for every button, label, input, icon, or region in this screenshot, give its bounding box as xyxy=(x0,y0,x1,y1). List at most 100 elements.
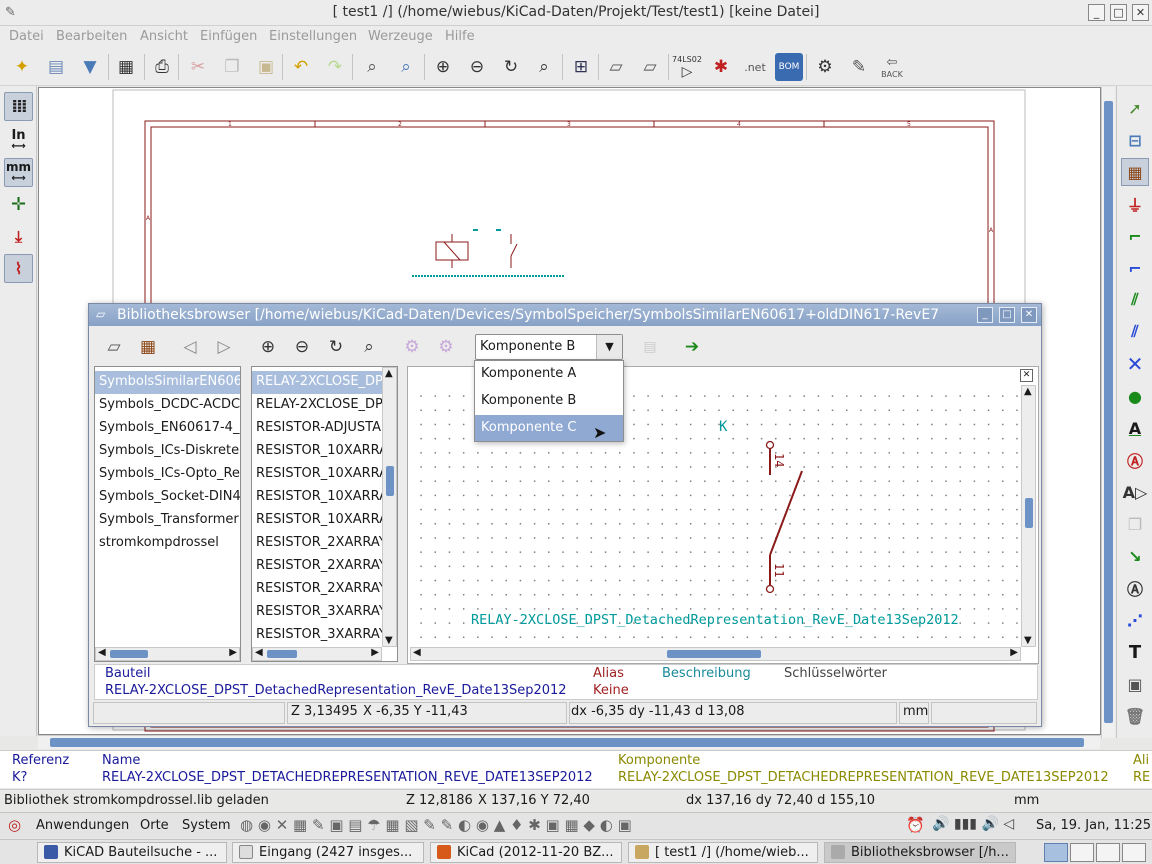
add-component-icon[interactable]: ▦ xyxy=(1121,158,1149,186)
preview-hscroll[interactable]: ◀ ▶ xyxy=(410,647,1021,661)
workspace-switcher-4[interactable] xyxy=(1122,843,1146,862)
hierarchy-navigate-icon[interactable]: ⊟ xyxy=(1121,126,1149,154)
pdf-datasheet-icon[interactable]: ▤ xyxy=(637,334,663,360)
list-item[interactable]: Symbols_Transformer xyxy=(95,509,240,532)
close-button[interactable]: ✕ xyxy=(1132,4,1149,21)
minimize-button[interactable]: _ xyxy=(1088,4,1105,21)
bus-to-bus-entry-icon[interactable]: ⫽ xyxy=(1121,318,1149,346)
menu-orte[interactable]: Orte xyxy=(140,818,169,833)
units-mm-button[interactable]: mm ⟷ xyxy=(4,158,33,187)
task-kicad-bauteilsuche[interactable]: KiCAD Bauteilsuche - ... xyxy=(37,842,227,863)
add-global-label-icon[interactable]: Ⓐ xyxy=(1121,446,1149,474)
task-bibliotheksbrowser[interactable]: Bibliotheksbrowser [/h... xyxy=(824,842,1016,863)
menu-werkzeuge[interactable]: Werzeuge xyxy=(368,29,433,44)
dropdown-option-b[interactable]: Komponente B xyxy=(475,388,623,414)
browser-zoom-in-icon[interactable]: ⊕ xyxy=(255,334,281,360)
dropdown-option-a[interactable]: Komponente A xyxy=(475,361,623,387)
components-hscroll[interactable]: ◀ ▶ xyxy=(252,647,382,661)
list-item[interactable]: RESISTOR_3XARRAY xyxy=(252,601,397,624)
add-wire-icon[interactable]: ⌐ xyxy=(1121,222,1149,250)
list-item[interactable]: Symbols_ICs-Opto_Re xyxy=(95,463,240,486)
libraries-list[interactable]: SymbolsSimilarEN606 Symbols_DCDC-ACDC Sy… xyxy=(94,366,241,662)
maximize-button[interactable]: □ xyxy=(1110,4,1127,21)
component-unit-select[interactable]: Komponente B ▼ xyxy=(475,334,623,360)
menu-anwendungen[interactable]: Anwendungen xyxy=(36,818,129,833)
import-sheet-pin-icon[interactable]: ↘ xyxy=(1121,542,1149,570)
list-item[interactable]: Symbols_ICs-Diskrete xyxy=(95,440,240,463)
zoom-out-icon[interactable]: ⊖ xyxy=(463,53,491,81)
menu-bearbeiten[interactable]: Bearbeiten xyxy=(56,29,127,44)
new-sheet-icon[interactable]: ✦ xyxy=(8,53,36,81)
cvpcb-icon[interactable]: ⚙ xyxy=(811,53,839,81)
erc-icon[interactable]: ✱ xyxy=(707,53,735,81)
list-item[interactable]: RESISTOR_10XARRA xyxy=(252,440,397,463)
canvas-horizontal-scrollbar[interactable] xyxy=(38,735,1100,749)
library-editor-icon[interactable]: ▱ xyxy=(602,53,630,81)
redo-icon[interactable]: ↷ xyxy=(321,53,349,81)
body-style-normal-icon[interactable]: ⚙ xyxy=(399,334,425,360)
menu-datei[interactable]: Datei xyxy=(9,29,44,44)
find-replace-icon[interactable]: ⌕ xyxy=(392,53,420,81)
task-kicad[interactable]: KiCad (2012-11-20 BZ... xyxy=(430,842,622,863)
list-item[interactable]: RESISTOR_10XARRA xyxy=(252,486,397,509)
list-item[interactable]: RESISTOR-ADJUSTA xyxy=(252,417,397,440)
browser-zoom-fit-icon[interactable]: ⌕ xyxy=(356,334,382,360)
list-item[interactable]: RELAY-2XCLOSE_DP xyxy=(252,371,397,394)
list-item[interactable]: Symbols_DCDC-ACDC xyxy=(95,394,240,417)
preview-vscroll[interactable]: ▲ ▼ xyxy=(1021,385,1036,647)
units-inch-button[interactable]: In ⟷ xyxy=(4,126,33,155)
alarm-clock-icon[interactable]: ⏰ xyxy=(906,816,925,834)
workspace-switcher-2[interactable] xyxy=(1070,843,1094,862)
body-style-demorgan-icon[interactable]: ⚙ xyxy=(433,334,459,360)
add-image-icon[interactable]: ▣ xyxy=(1121,670,1149,698)
add-junction-icon[interactable]: ● xyxy=(1121,382,1149,410)
undo-icon[interactable]: ↶ xyxy=(287,53,315,81)
add-net-label-icon[interactable]: A xyxy=(1121,414,1149,442)
add-sheet-pin-icon[interactable]: Ⓐ xyxy=(1121,574,1149,602)
bom-icon[interactable]: BOM xyxy=(775,53,803,81)
workspace-switcher-1[interactable] xyxy=(1044,843,1068,862)
back-icon[interactable]: ⇦ BACK xyxy=(878,53,906,81)
pcbnew-icon[interactable]: ✎ xyxy=(845,53,873,81)
grid-toggle-icon[interactable]: ⁞⁞⁞ xyxy=(4,92,33,121)
delete-icon[interactable]: 🗑 xyxy=(1121,702,1149,730)
select-component-icon[interactable]: ▦ xyxy=(135,334,161,360)
hierarchy-icon[interactable]: ⊞ xyxy=(567,53,595,81)
library-browser-minimize-button[interactable]: _ xyxy=(977,307,993,323)
select-library-icon[interactable]: ▱ xyxy=(101,334,127,360)
list-item[interactable]: RESISTOR_2XARRAY xyxy=(252,578,397,601)
launcher-icons[interactable]: ◍ ◉ ✕ ▦ ✎ ▣ ▤ ☂ ▦ ▧ ✎ ✎ ◐ ◉ ▲ ♦ ✱ ▣ ▦ ◆ … xyxy=(240,816,632,834)
components-vscroll[interactable]: ▲ ▼ xyxy=(382,367,397,647)
list-item[interactable]: RESISTOR_2XARRAY xyxy=(252,555,397,578)
components-list[interactable]: RELAY-2XCLOSE_DP RELAY-2XCLOSE_DP RESIST… xyxy=(251,366,398,662)
canvas-vertical-scrollbar[interactable] xyxy=(1101,87,1115,738)
zoom-in-icon[interactable]: ⊕ xyxy=(429,53,457,81)
select-arrow-icon[interactable]: ➚ xyxy=(1121,94,1149,122)
menu-hilfe[interactable]: Hilfe xyxy=(445,29,475,44)
browser-zoom-out-icon[interactable]: ⊖ xyxy=(289,334,315,360)
cut-icon[interactable]: ✂ xyxy=(184,53,212,81)
export-to-schematic-icon[interactable]: ➔ xyxy=(679,334,705,360)
annotate-icon[interactable]: 74LS02 ▷ xyxy=(672,53,702,81)
wire-angle-icon[interactable]: ⌇ xyxy=(4,254,33,283)
list-item[interactable]: RESISTOR_10XARRA xyxy=(252,463,397,486)
menu-einfuegen[interactable]: Einfügen xyxy=(200,29,257,44)
print-icon[interactable]: ⎙ xyxy=(148,53,176,81)
relay-symbol[interactable] xyxy=(412,229,565,277)
next-component-icon[interactable]: ▷ xyxy=(211,334,237,360)
add-text-icon[interactable]: T xyxy=(1121,638,1149,666)
list-item[interactable]: SymbolsSimilarEN606 xyxy=(95,371,240,394)
browser-redraw-icon[interactable]: ↻ xyxy=(323,334,349,360)
no-connect-icon[interactable]: ✕ xyxy=(1121,350,1149,378)
panel-clock[interactable]: Sa, 19. Jan, 11:25 xyxy=(1036,818,1151,833)
cursor-shape-icon[interactable]: ✛ xyxy=(4,190,33,219)
hidden-pins-icon[interactable]: ⤓ xyxy=(4,222,33,251)
list-item[interactable]: Symbols_Socket-DIN4 xyxy=(95,486,240,509)
menu-system[interactable]: System xyxy=(182,818,230,833)
library-browser-close-button[interactable]: ✕ xyxy=(1021,307,1037,323)
task-eingang[interactable]: Eingang (2427 insges... xyxy=(232,842,424,863)
page-settings-icon[interactable]: ▦ xyxy=(112,53,140,81)
library-browser-maximize-button[interactable]: □ xyxy=(999,307,1015,323)
find-icon[interactable]: ⌕ xyxy=(358,53,386,81)
task-eeschema[interactable]: [ test1 /] (/home/wieb... xyxy=(628,842,818,863)
